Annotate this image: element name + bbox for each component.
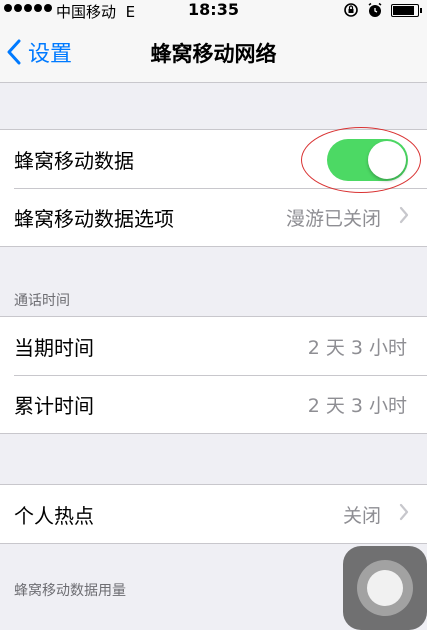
lifetime-value: 2 天 3 小时 [307, 395, 407, 417]
cellular-data-options-row[interactable]: 蜂窝移动数据选项 漫游已关闭 [0, 188, 427, 246]
personal-hotspot-row[interactable]: 个人热点 关闭 [0, 485, 427, 543]
personal-hotspot-label: 个人热点 [14, 504, 94, 528]
battery-icon [391, 3, 422, 17]
cellular-data-options-value: 漫游已关闭 [285, 208, 381, 230]
hotspot-group: 个人热点 关闭 [0, 484, 427, 544]
cellular-data-label: 蜂窝移动数据 [14, 149, 134, 173]
lifetime-label: 累计时间 [14, 394, 94, 418]
alarm-icon [368, 2, 382, 17]
assistive-touch-button[interactable] [343, 546, 427, 630]
status-bar: 中国移动 E 18:35 [0, 0, 427, 22]
current-period-label: 当期时间 [14, 336, 94, 360]
chevron-right-icon [399, 206, 409, 224]
chevron-right-icon [399, 503, 409, 521]
call-time-group: 当期时间 2 天 3 小时 累计时间 2 天 3 小时 [0, 316, 427, 434]
call-time-header: 通话时间 [14, 293, 70, 309]
page-title: 蜂窝移动网络 [150, 42, 277, 66]
highlight-circle [301, 127, 421, 193]
personal-hotspot-value: 关闭 [342, 505, 381, 527]
call-time-row: 当期时间 2 天 3 小时 [0, 317, 427, 375]
usage-header: 蜂窝移动数据用量 [14, 583, 126, 599]
assistive-touch-core [367, 570, 403, 606]
cellular-data-options-label: 蜂窝移动数据选项 [14, 207, 174, 231]
call-time-row: 累计时间 2 天 3 小时 [0, 375, 427, 433]
status-icons [343, 2, 422, 18]
navigation-bar: 设置 蜂窝移动网络 [0, 22, 427, 83]
orientation-lock-icon [344, 3, 358, 17]
current-period-value: 2 天 3 小时 [307, 337, 407, 359]
